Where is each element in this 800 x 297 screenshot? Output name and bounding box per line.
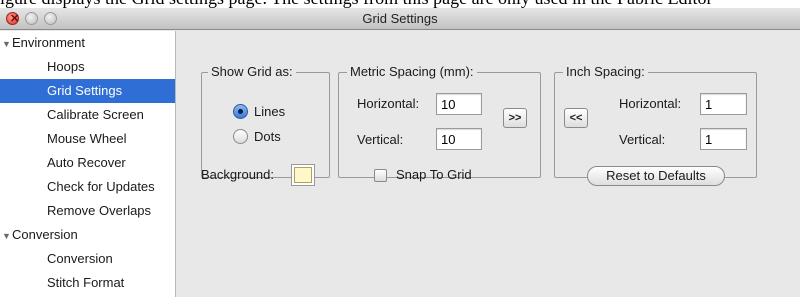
metric-spacing-group: Metric Spacing (mm): Horizontal: Vertica…	[338, 64, 541, 178]
window-titlebar: ✕ Grid Settings	[0, 8, 800, 30]
sidebar-item-check-for-updates[interactable]: Check for Updates	[0, 175, 175, 199]
tree-group-conversion[interactable]: ▼Conversion	[0, 223, 175, 247]
sidebar-item-auto-recover[interactable]: Auto Recover	[0, 151, 175, 175]
reset-to-defaults-button[interactable]: Reset to Defaults	[587, 166, 725, 186]
background-color-swatch	[294, 167, 312, 183]
show-grid-title: Show Grid as:	[208, 64, 296, 79]
caption-text: igure displays the Grid settings page. T…	[0, 0, 713, 8]
metric-horizontal-field[interactable]	[436, 93, 482, 115]
radio-dots-row[interactable]: Dots	[233, 128, 281, 146]
metric-vertical-field[interactable]	[436, 128, 482, 150]
radio-lines[interactable]	[233, 104, 248, 119]
metric-vertical-label: Vertical:	[357, 132, 404, 147]
radio-lines-row[interactable]: Lines	[233, 103, 285, 121]
show-grid-group: Show Grid as: Lines Dots	[201, 64, 330, 178]
copy-inch-to-metric-button[interactable]: <<	[564, 108, 588, 128]
tree-group-label: Environment	[12, 35, 85, 50]
copy-metric-to-inch-button[interactable]: >>	[503, 108, 527, 128]
sidebar-item-grid-settings[interactable]: Grid Settings	[0, 79, 175, 103]
disclosure-triangle-icon[interactable]: ▼	[2, 32, 12, 56]
inch-spacing-title: Inch Spacing:	[563, 64, 648, 79]
window-title: Grid Settings	[362, 11, 438, 26]
grid-settings-panel: Show Grid as: Lines Dots Metric Spacing …	[177, 31, 800, 297]
tree-group-environment[interactable]: ▼Environment	[0, 31, 175, 55]
sidebar-item-conversion[interactable]: Conversion	[0, 247, 175, 271]
tree-group-label: Conversion	[12, 227, 78, 242]
disclosure-triangle-icon[interactable]: ▼	[2, 224, 12, 248]
caption-strip: igure displays the Grid settings page. T…	[0, 0, 800, 8]
background-label: Background:	[201, 167, 274, 182]
inch-vertical-field[interactable]	[700, 128, 747, 150]
sidebar-item-mouse-wheel[interactable]: Mouse Wheel	[0, 127, 175, 151]
sidebar-item-remove-overlaps[interactable]: Remove Overlaps	[0, 199, 175, 223]
snap-to-grid-label[interactable]: Snap To Grid	[396, 165, 472, 185]
settings-sidebar: ▼Environment Hoops Grid Settings Calibra…	[0, 31, 176, 297]
radio-lines-label: Lines	[254, 104, 286, 119]
metric-spacing-title: Metric Spacing (mm):	[347, 64, 477, 79]
metric-horizontal-label: Horizontal:	[357, 96, 420, 111]
inch-vertical-label: Vertical:	[619, 132, 666, 147]
sidebar-item-stitch-format[interactable]: Stitch Format	[0, 271, 175, 295]
inch-horizontal-field[interactable]	[700, 93, 747, 115]
sidebar-item-calibrate-screen[interactable]: Calibrate Screen	[0, 103, 175, 127]
background-color-well[interactable]	[291, 164, 315, 186]
inch-spacing-group: Inch Spacing: << Horizontal: Vertical:	[554, 64, 757, 178]
radio-dots[interactable]	[233, 129, 248, 144]
snap-to-grid-checkbox[interactable]	[374, 169, 387, 182]
sidebar-item-hoops[interactable]: Hoops	[0, 55, 175, 79]
inch-horizontal-label: Horizontal:	[619, 96, 682, 111]
radio-dots-label: Dots	[254, 129, 281, 144]
